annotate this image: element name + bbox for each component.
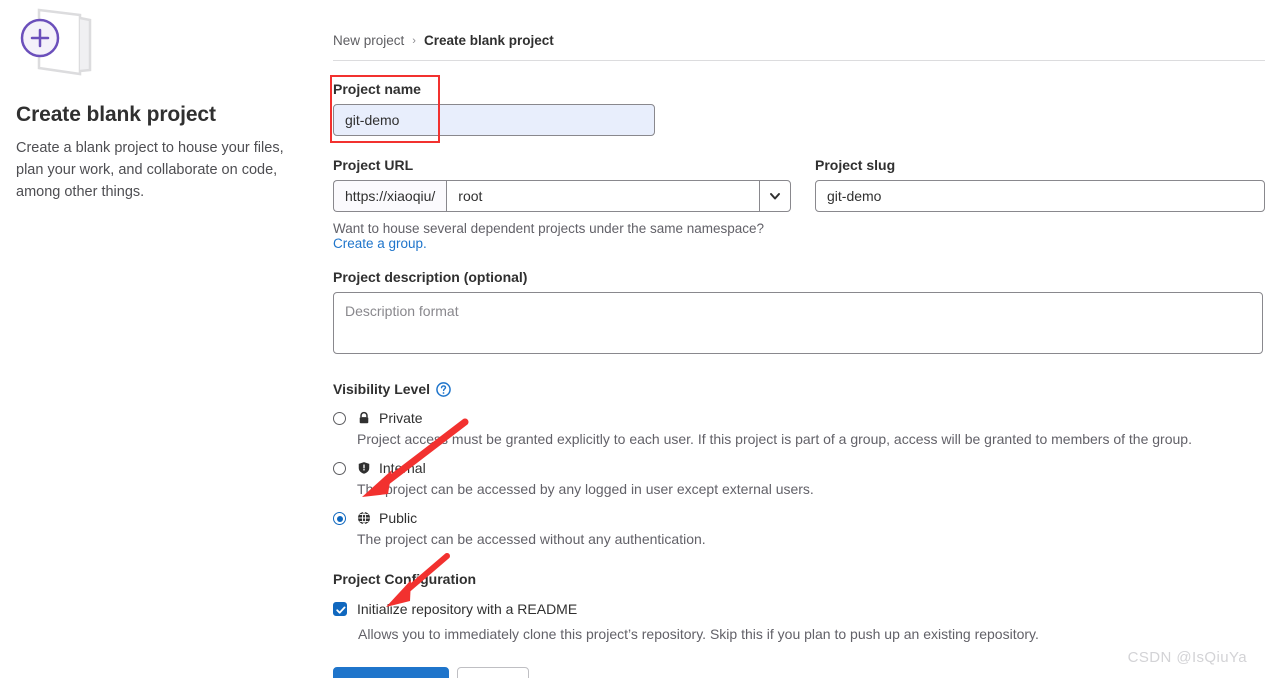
form-actions: Create project Cancel xyxy=(333,667,1265,678)
visibility-option-private[interactable]: Private Project access must be granted e… xyxy=(333,408,1265,449)
visibility-internal-description: The project can be accessed by any logge… xyxy=(357,481,814,497)
visibility-level-heading: Visibility Level xyxy=(333,381,1265,397)
readme-checkbox-row[interactable]: Initialize repository with a README xyxy=(333,599,1265,619)
namespace-select-value: root xyxy=(458,188,483,204)
project-slug-input[interactable] xyxy=(815,180,1265,212)
project-url-field-group: Project URL https://xiaoqiu/ root Want t… xyxy=(333,157,791,251)
visibility-private-description: Project access must be granted explicitl… xyxy=(357,431,1192,447)
url-slug-row: Project URL https://xiaoqiu/ root Want t… xyxy=(333,157,1265,251)
radio-public[interactable] xyxy=(333,512,346,525)
project-name-input[interactable] xyxy=(333,104,655,136)
readme-description: Allows you to immediately clone this pro… xyxy=(358,626,1039,642)
main-form: New project › Create blank project Proje… xyxy=(330,0,1265,678)
page-description: Create a blank project to house your fil… xyxy=(16,140,284,200)
project-url-prefix: https://xiaoqiu/ xyxy=(333,180,447,212)
check-icon xyxy=(336,606,346,614)
visibility-internal-label: Internal xyxy=(379,460,426,476)
visibility-option-public[interactable]: Public The project can be accessed witho… xyxy=(333,508,1265,549)
project-name-field-group: Project name xyxy=(330,75,1265,143)
intro-panel: Create blank project Create a blank proj… xyxy=(16,6,316,203)
namespace-hint: Want to house several dependent projects… xyxy=(333,221,791,251)
radio-internal[interactable] xyxy=(333,462,346,475)
visibility-private-label: Private xyxy=(379,410,423,426)
create-blank-project-page: Create blank project Create a blank proj… xyxy=(0,0,1265,678)
globe-icon xyxy=(357,511,371,525)
select-divider xyxy=(759,181,760,211)
visibility-public-label: Public xyxy=(379,510,418,526)
lock-icon xyxy=(359,411,369,424)
breadcrumb-separator-icon: › xyxy=(412,34,416,47)
namespace-select[interactable]: root xyxy=(446,180,791,212)
readme-checkbox[interactable] xyxy=(333,602,347,616)
project-configuration-title: Project Configuration xyxy=(333,571,477,587)
radio-private[interactable] xyxy=(333,412,346,425)
header-divider xyxy=(333,60,1265,61)
page-title: Create blank project xyxy=(16,103,216,126)
project-slug-field-group: Project slug xyxy=(815,157,1265,251)
project-name-label: Project name xyxy=(333,81,421,97)
create-project-button[interactable]: Create project xyxy=(333,667,449,678)
project-configuration-heading: Project Configuration xyxy=(333,571,1265,587)
watermark: CSDN @IsQiuYa xyxy=(1127,649,1247,666)
project-url-label: Project URL xyxy=(333,157,414,173)
blank-project-icon xyxy=(20,8,92,76)
breadcrumb-new-project[interactable]: New project xyxy=(333,33,404,48)
visibility-radio-group: Private Project access must be granted e… xyxy=(333,408,1265,549)
visibility-level-title: Visibility Level xyxy=(333,381,431,397)
readme-checkbox-label: Initialize repository with a README xyxy=(357,601,578,617)
question-circle-icon[interactable] xyxy=(436,381,451,397)
shield-icon xyxy=(358,462,370,474)
visibility-option-internal[interactable]: Internal The project can be accessed by … xyxy=(333,458,1265,499)
cancel-button[interactable]: Cancel xyxy=(456,667,529,678)
breadcrumb-current: Create blank project xyxy=(423,33,554,48)
project-description-field-group: Project description (optional) xyxy=(333,269,1265,359)
create-group-link[interactable]: Create a group. xyxy=(333,236,427,251)
project-description-label: Project description (optional) xyxy=(333,269,528,285)
visibility-public-description: The project can be accessed without any … xyxy=(357,531,706,547)
breadcrumb: New project › Create blank project xyxy=(333,0,1265,48)
chevron-down-icon xyxy=(770,193,780,200)
project-slug-label: Project slug xyxy=(815,157,896,173)
project-description-textarea[interactable] xyxy=(333,292,1263,354)
namespace-hint-text: Want to house several dependent projects… xyxy=(333,221,765,236)
